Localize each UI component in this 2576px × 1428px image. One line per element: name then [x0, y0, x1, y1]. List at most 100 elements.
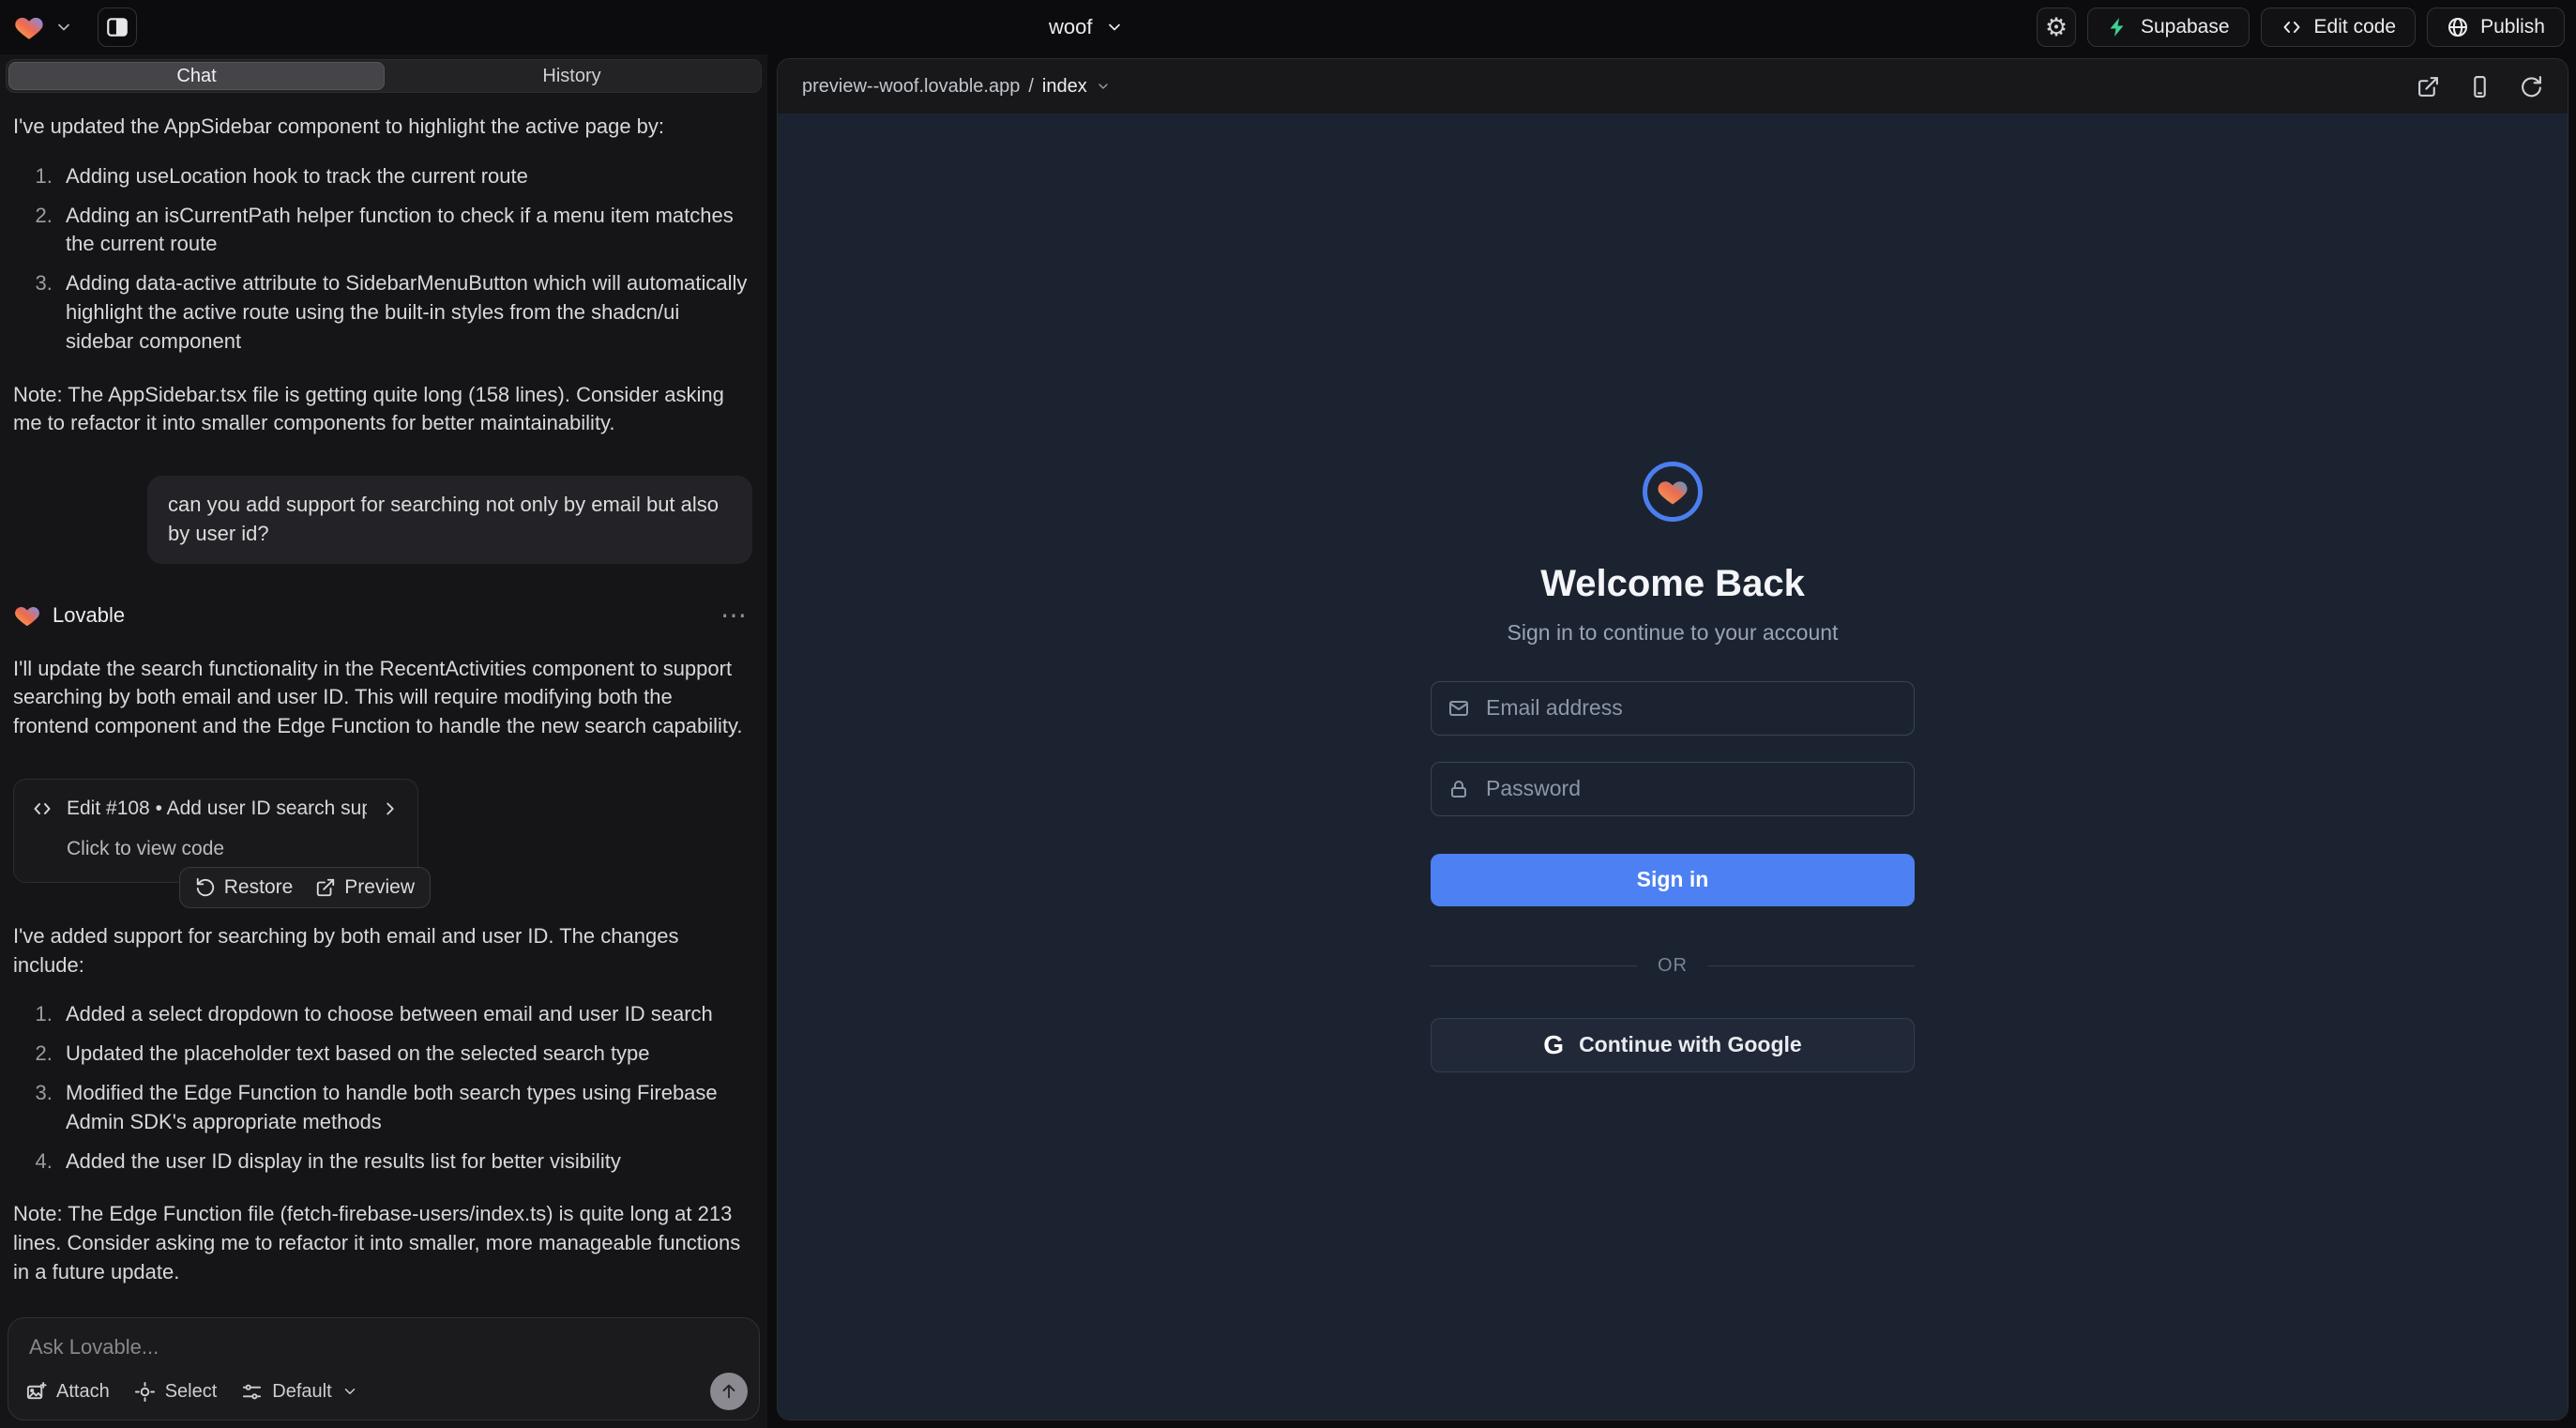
- edit-card[interactable]: Edit #108 • Add user ID search supp... C…: [13, 779, 418, 883]
- lovable-avatar-icon: [13, 601, 41, 630]
- preview-domain: preview--woof.lovable.app: [802, 76, 1020, 98]
- tab-chat[interactable]: Chat: [8, 62, 385, 90]
- topbar: woof ⚙ Supabase Edit code Publish: [0, 0, 2576, 54]
- select-button[interactable]: Select: [134, 1381, 218, 1403]
- message-menu-button[interactable]: ⋯: [715, 602, 752, 629]
- email-field[interactable]: [1431, 681, 1915, 736]
- panel-left-icon: [105, 15, 129, 39]
- preview-header: preview--woof.lovable.app / index: [778, 59, 2568, 114]
- restore-icon: [195, 877, 216, 898]
- login-title: Welcome Back: [1540, 563, 1805, 605]
- app-logo: [1643, 462, 1703, 522]
- message-list: I've updated the AppSidebar component to…: [0, 99, 767, 1315]
- chevron-down-icon: [341, 1383, 358, 1400]
- preview-panel: preview--woof.lovable.app / index: [777, 58, 2568, 1420]
- supabase-bolt-icon: [2107, 16, 2129, 38]
- sliders-icon: [241, 1381, 263, 1403]
- google-sign-in-button[interactable]: G Continue with Google: [1431, 1018, 1915, 1072]
- arrow-up-icon: [719, 1381, 739, 1402]
- assistant-header: Lovable ⋯: [13, 601, 752, 630]
- assistant-paragraph: I've added support for searching by both…: [13, 922, 752, 980]
- sign-in-button[interactable]: Sign in: [1431, 854, 1915, 906]
- lovable-logo-icon[interactable]: [13, 11, 45, 43]
- refresh-button[interactable]: [2520, 75, 2543, 99]
- send-button[interactable]: [710, 1373, 748, 1410]
- logo-menu-chevron-icon[interactable]: [54, 18, 73, 37]
- divider-label: OR: [1658, 955, 1688, 977]
- refresh-icon: [2520, 75, 2543, 99]
- password-field[interactable]: [1431, 762, 1915, 816]
- project-selector[interactable]: woof: [1049, 0, 1124, 54]
- divider-line: [1431, 965, 1637, 966]
- login-card: Welcome Back Sign in to continue to your…: [1431, 462, 1915, 1072]
- preview-page: index: [1042, 76, 1087, 98]
- heart-icon: [1656, 475, 1690, 509]
- assistant-paragraph: You can now search for users by either t…: [13, 1312, 752, 1315]
- external-link-icon: [2417, 75, 2440, 99]
- toggle-sidebar-button[interactable]: [98, 8, 137, 47]
- numbered-list: Adding useLocation hook to track the cur…: [13, 162, 752, 357]
- code-icon: [31, 798, 53, 820]
- mobile-view-button[interactable]: [2468, 75, 2492, 99]
- open-in-new-tab-button[interactable]: [2417, 75, 2440, 99]
- assistant-paragraph: I've updated the AppSidebar component to…: [13, 113, 752, 142]
- select-target-icon: [134, 1381, 156, 1403]
- publish-button[interactable]: Publish: [2427, 8, 2565, 47]
- mode-selector-button[interactable]: Default: [241, 1381, 357, 1403]
- gear-icon: ⚙: [2045, 13, 2068, 42]
- supabase-label: Supabase: [2141, 16, 2230, 38]
- tab-history[interactable]: History: [385, 62, 759, 90]
- google-g-icon: G: [1543, 1030, 1564, 1060]
- edit-card-toolbar: Restore Preview: [179, 867, 431, 908]
- user-message-bubble: can you add support for searching not on…: [147, 476, 752, 564]
- settings-button[interactable]: ⚙: [2037, 8, 2076, 47]
- lock-icon: [1447, 778, 1470, 805]
- user-message-row: can you add support for searching not on…: [13, 476, 752, 564]
- project-chevron-icon: [1105, 18, 1124, 37]
- preview-button[interactable]: Preview: [315, 876, 415, 899]
- envelope-icon: [1447, 697, 1470, 724]
- list-item: Adding data-active attribute to SidebarM…: [58, 269, 752, 356]
- edit-code-button[interactable]: Edit code: [2261, 8, 2417, 47]
- preview-label: Preview: [344, 876, 415, 899]
- password-field-wrap: [1431, 762, 1915, 816]
- globe-icon: [2447, 16, 2469, 38]
- project-name: woof: [1049, 15, 1092, 39]
- path-separator: /: [1028, 76, 1034, 98]
- restore-label: Restore: [224, 876, 294, 899]
- smartphone-icon: [2468, 75, 2492, 99]
- list-item: Adding an isCurrentPath helper function …: [58, 202, 752, 260]
- chevron-down-icon: [1096, 79, 1111, 94]
- ellipsis-icon: ⋯: [720, 600, 747, 630]
- google-label: Continue with Google: [1579, 1032, 1802, 1057]
- list-item: Added a select dropdown to choose betwee…: [58, 1000, 752, 1029]
- list-item: Added the user ID display in the results…: [58, 1147, 752, 1177]
- edit-code-label: Edit code: [2314, 16, 2397, 38]
- assistant-note: Note: The Edge Function file (fetch-fire…: [13, 1200, 752, 1286]
- publish-label: Publish: [2480, 16, 2545, 38]
- chat-history-tabs: Chat History: [6, 59, 762, 93]
- external-link-icon: [315, 877, 336, 898]
- numbered-list: Added a select dropdown to choose betwee…: [13, 1000, 752, 1176]
- assistant-note: Note: The AppSidebar.tsx file is getting…: [13, 381, 752, 439]
- preview-url[interactable]: preview--woof.lovable.app / index: [802, 76, 1111, 98]
- mode-label: Default: [272, 1381, 331, 1403]
- login-subtitle: Sign in to continue to your account: [1508, 620, 1839, 646]
- composer: Attach Select Default: [8, 1317, 760, 1420]
- supabase-button[interactable]: Supabase: [2087, 8, 2250, 47]
- select-label: Select: [165, 1381, 218, 1403]
- edit-card-title: Edit #108 • Add user ID search supp...: [67, 795, 367, 822]
- list-item: Modified the Edge Function to handle bot…: [58, 1079, 752, 1137]
- code-icon: [2281, 16, 2303, 38]
- chat-input[interactable]: [8, 1318, 759, 1369]
- attach-button[interactable]: Attach: [25, 1381, 110, 1403]
- chevron-right-icon: [380, 798, 401, 819]
- or-divider: OR: [1431, 955, 1915, 977]
- restore-button[interactable]: Restore: [195, 876, 294, 899]
- list-item: Updated the placeholder text based on th…: [58, 1040, 752, 1069]
- assistant-paragraph: I'll update the search functionality in …: [13, 655, 752, 741]
- email-field-wrap: [1431, 681, 1915, 736]
- attach-image-icon: [25, 1381, 47, 1403]
- divider-line: [1708, 965, 1915, 966]
- preview-content: Welcome Back Sign in to continue to your…: [778, 114, 2568, 1420]
